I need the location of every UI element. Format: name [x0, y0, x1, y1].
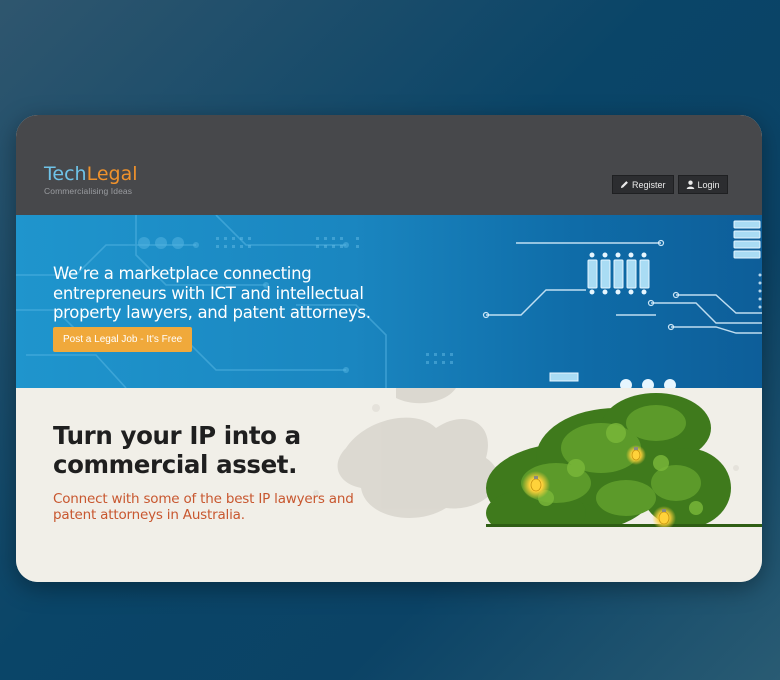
logo-legal: Legal [86, 163, 138, 185]
login-button[interactable]: Login [677, 175, 728, 194]
logo-wordmark: TechLegal [44, 163, 138, 185]
user-icon [686, 180, 695, 189]
post-legal-job-button[interactable]: Post a Legal Job - It's Free [53, 327, 193, 352]
login-label: Login [697, 179, 720, 190]
hero-tagline: We’re a marketplace connecting entrepren… [53, 264, 371, 322]
logo-tagline: Commercialising Ideas [44, 186, 133, 196]
browser-frame: TechLegal Commercialising Ideas Register… [16, 115, 762, 582]
register-button[interactable]: Register [612, 175, 674, 194]
logo-tech: Tech [44, 163, 87, 185]
site-header: TechLegal Commercialising Ideas Register… [16, 115, 762, 215]
register-label: Register [632, 179, 666, 190]
pencil-icon [620, 180, 629, 189]
site-logo[interactable]: TechLegal Commercialising Ideas [44, 163, 138, 196]
hero-banner: We’re a marketplace connecting entrepren… [16, 215, 762, 388]
promo-section [16, 388, 762, 582]
promo-subline: Connect with some of the best IP lawyers… [53, 491, 354, 523]
auth-nav: Register Login [612, 175, 728, 194]
promo-headline: Turn your IP into a commercial asset. [53, 421, 301, 479]
